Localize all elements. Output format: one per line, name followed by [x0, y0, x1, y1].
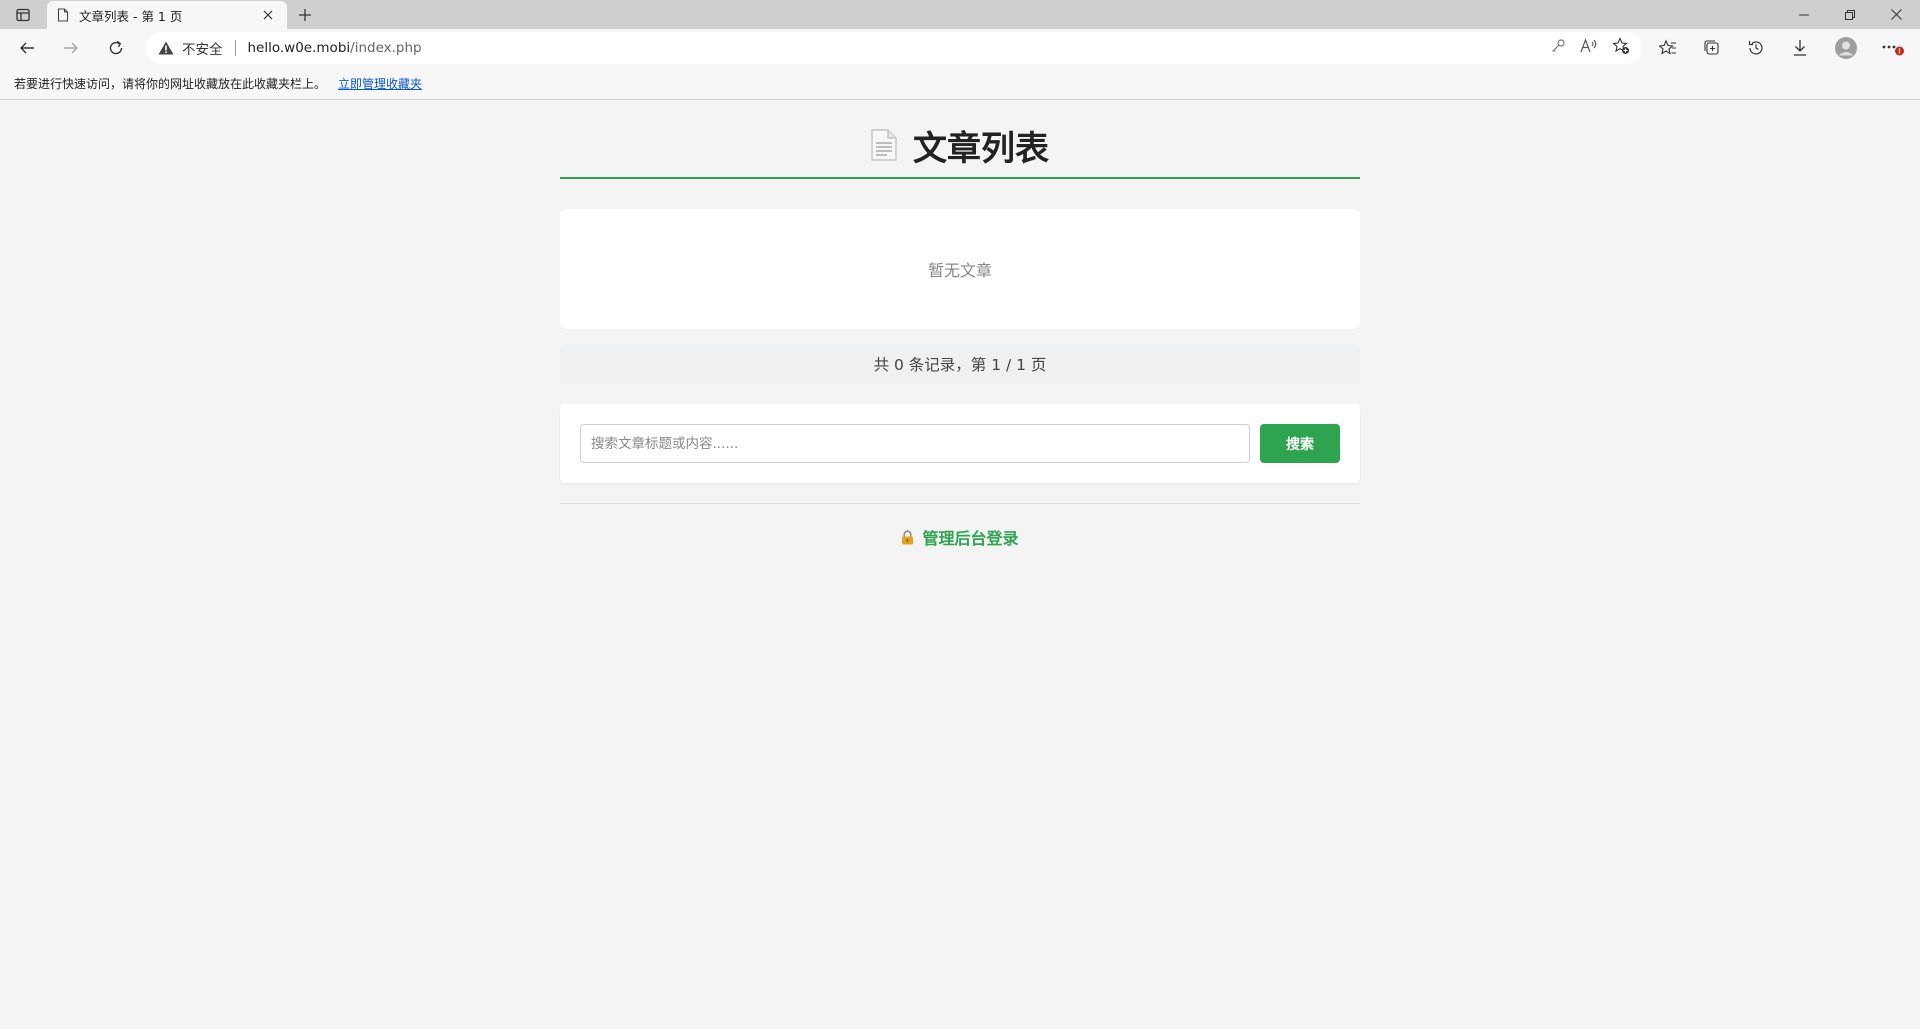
url-path: /index.php — [350, 40, 422, 56]
address-bar[interactable]: 不安全 hello.w0e.mobi/index.php — [146, 32, 1642, 64]
settings-menu-button[interactable] — [1877, 33, 1909, 63]
browser-toolbar: 不安全 hello.w0e.mobi/index.php — [0, 29, 1920, 67]
profile-button[interactable] — [1830, 33, 1862, 63]
url-host: hello.w0e.mobi — [247, 40, 351, 56]
lock-icon — [901, 529, 914, 545]
address-separator — [234, 40, 236, 56]
minimize-button[interactable] — [1781, 0, 1827, 29]
history-icon — [1748, 41, 1763, 55]
arrow-right-icon — [64, 42, 78, 54]
collections-icon — [1704, 40, 1719, 55]
page-content: 文章列表 暂无文章 共 0 条记录，第 1 / 1 页 搜索 管理后台登录 — [0, 101, 1920, 1029]
warning-icon[interactable] — [158, 41, 174, 55]
arrow-left-icon — [20, 42, 34, 54]
restore-button[interactable] — [1827, 0, 1873, 29]
avatar-icon — [1835, 37, 1857, 59]
security-label[interactable]: 不安全 — [182, 38, 223, 58]
favorites-bar: 若要进行快速访问，请将你的网址收藏放在此收藏夹栏上。 立即管理收藏夹 — [0, 67, 1920, 100]
tab-actions-icon — [16, 8, 30, 22]
admin-login-label: 管理后台登录 — [922, 529, 1019, 548]
favorites-button[interactable] — [1652, 33, 1684, 63]
main-container: 文章列表 暂无文章 共 0 条记录，第 1 / 1 页 搜索 管理后台登录 — [560, 101, 1360, 549]
add-favorite-icon[interactable] — [1612, 37, 1630, 59]
article-list: 暂无文章 — [560, 209, 1360, 329]
manage-favorites-link[interactable]: 立即管理收藏夹 — [338, 75, 422, 92]
favorites-icon — [1659, 39, 1676, 55]
history-button[interactable] — [1740, 33, 1772, 63]
tab-actions-button[interactable] — [8, 3, 38, 27]
search-form: 搜索 — [560, 404, 1360, 483]
tab-strip: 文章列表 - 第 1 页 — [0, 0, 1920, 29]
refresh-icon — [109, 40, 123, 55]
download-icon — [1794, 40, 1806, 56]
tab-title: 文章列表 - 第 1 页 — [79, 8, 183, 24]
search-button[interactable]: 搜索 — [1260, 424, 1340, 463]
url-text[interactable]: hello.w0e.mobi/index.php — [248, 40, 422, 56]
collections-button[interactable] — [1696, 33, 1728, 63]
document-icon — [871, 129, 897, 161]
empty-message: 暂无文章 — [927, 261, 992, 280]
restore-icon — [1845, 9, 1855, 20]
close-icon — [1890, 9, 1902, 20]
downloads-button[interactable] — [1784, 33, 1816, 63]
forward-button[interactable] — [55, 33, 87, 63]
tab-close-button[interactable] — [259, 6, 277, 24]
admin-login-section: 管理后台登录 — [560, 525, 1360, 549]
page-icon — [57, 8, 69, 22]
admin-login-link[interactable]: 管理后台登录 — [901, 525, 1019, 549]
pagination-info: 共 0 条记录，第 1 / 1 页 — [560, 344, 1360, 384]
active-tab[interactable]: 文章列表 - 第 1 页 — [47, 1, 287, 29]
refresh-button[interactable] — [100, 33, 132, 63]
divider — [560, 503, 1360, 504]
search-input[interactable] — [580, 424, 1250, 463]
page-title: 文章列表 — [913, 128, 1049, 169]
back-button[interactable] — [11, 33, 43, 63]
close-window-button[interactable] — [1873, 0, 1919, 29]
new-tab-button[interactable] — [292, 3, 318, 27]
more-icon — [1882, 45, 1904, 56]
page-header: 文章列表 — [560, 101, 1360, 179]
read-aloud-icon[interactable] — [1580, 38, 1598, 58]
plus-icon — [299, 9, 311, 21]
minimize-icon — [1799, 14, 1809, 15]
favorites-bar-hint: 若要进行快速访问，请将你的网址收藏放在此收藏夹栏上。 — [14, 76, 327, 91]
key-icon[interactable] — [1550, 38, 1566, 58]
close-icon — [263, 10, 273, 20]
